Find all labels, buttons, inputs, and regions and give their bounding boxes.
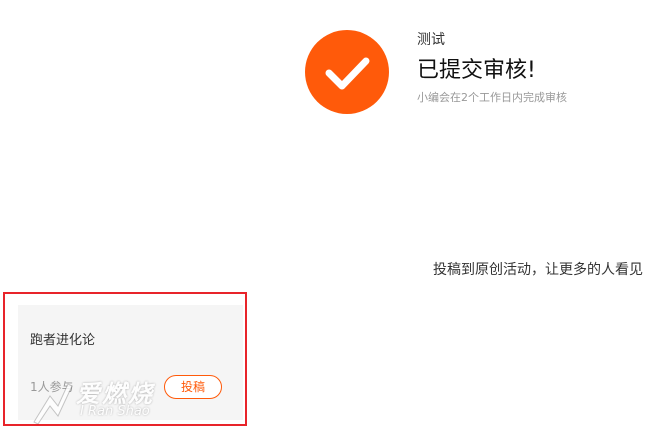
- status-block: 测试 已提交审核! 小编会在2个工作日内完成审核: [417, 31, 567, 105]
- promo-text: 投稿到原创活动，让更多的人看见: [433, 262, 643, 278]
- checkmark-icon: [325, 57, 370, 90]
- status-subtitle: 小编会在2个工作日内完成审核: [417, 91, 567, 104]
- status-title: 已提交审核!: [417, 58, 536, 83]
- submission-success-page: 测试 已提交审核! 小编会在2个工作日内完成审核 投稿到原创活动，让更多的人看见…: [0, 0, 660, 446]
- success-check-icon: [305, 30, 389, 114]
- watermark-brand-en: I Ran Shao: [80, 404, 150, 419]
- activity-name: 测试: [417, 32, 445, 48]
- watermark-logo: 爱燃烧 I Ran Shao: [28, 372, 198, 428]
- flame-logo-icon: [33, 383, 73, 425]
